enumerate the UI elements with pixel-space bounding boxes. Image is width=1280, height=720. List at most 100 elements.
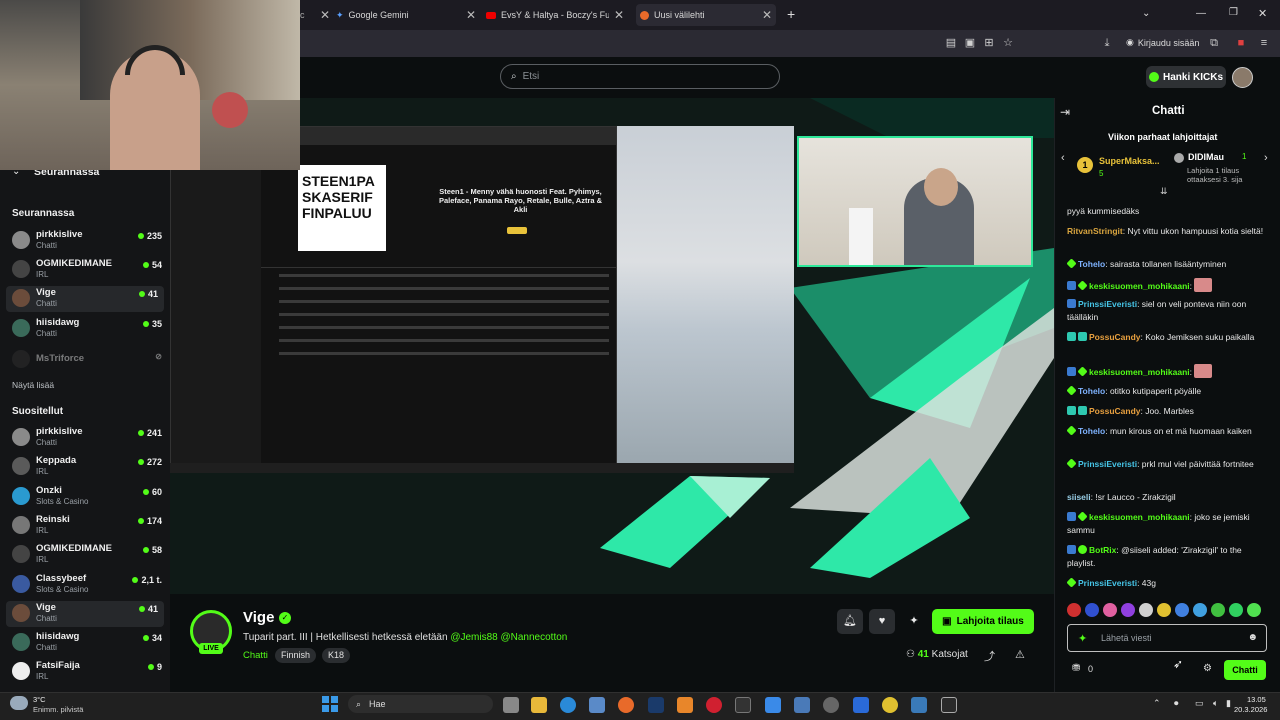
tag-k18[interactable]: K18 <box>322 648 351 663</box>
show-more-link[interactable]: Näytä lisää <box>12 380 54 390</box>
app-icon[interactable] <box>853 697 869 713</box>
mention-link[interactable]: @Nannecotton <box>501 632 568 643</box>
login-button[interactable]: ◉ Kirjaudu sisään <box>1126 37 1199 48</box>
search-input[interactable]: ⌕ Etsi <box>500 64 780 89</box>
chat-username[interactable]: keskisuomen_mohikaani <box>1089 367 1190 377</box>
sparkle-icon[interactable]: ✦ <box>901 609 927 634</box>
weather-icon[interactable] <box>10 696 28 710</box>
chat-username[interactable]: PrinssiEveristi <box>1078 578 1137 588</box>
emote-icon[interactable] <box>1247 603 1261 617</box>
tab-list-icon[interactable]: ⌄ <box>1142 8 1150 19</box>
settings-icon[interactable] <box>823 697 839 713</box>
edge-icon[interactable] <box>560 697 576 713</box>
tab-partial[interactable]: c ✕ <box>300 4 330 26</box>
sidebar-item-hiisidawg-rec[interactable]: hiisidawg Chatti 34 <box>12 630 162 656</box>
emote-icon[interactable] <box>1157 603 1171 617</box>
volume-icon[interactable]: 🔈︎ <box>1213 698 1218 709</box>
tab-gemini[interactable]: ✦ Google Gemini ✕ <box>336 4 476 26</box>
follow-heart-icon[interactable]: ♥ <box>869 609 895 634</box>
new-tab-button[interactable]: + <box>787 6 795 22</box>
get-kicks-button[interactable]: Hanki KICKs <box>1146 66 1226 88</box>
taskbar-search[interactable]: ⌕ Hae <box>348 695 493 713</box>
sidebar-item-pirkkislive[interactable]: pirkkislive Chatti 235 <box>12 228 162 254</box>
tag-finnish[interactable]: Finnish <box>275 648 317 663</box>
tray-chevron-icon[interactable]: ⌃ <box>1153 698 1161 709</box>
pinned-collapse-icon[interactable]: ⇊ <box>1160 186 1168 197</box>
close-icon[interactable]: ✕ <box>320 8 330 22</box>
emote-icon[interactable] <box>1175 603 1189 617</box>
gifter-2-name[interactable]: DIDIMau <box>1188 152 1224 162</box>
maximize-icon[interactable]: ❐ <box>1229 7 1238 18</box>
chat-username[interactable]: Tohelo <box>1078 259 1105 269</box>
steam-icon[interactable] <box>648 697 664 713</box>
chat-username[interactable]: siiseli <box>1067 492 1091 502</box>
sidebar-item-ogmikedimane[interactable]: OGMIKEDIMANE IRL 54 <box>12 257 162 283</box>
close-icon[interactable]: ✕ <box>466 8 476 22</box>
chat-username[interactable]: PrinssiEveristi <box>1078 459 1137 469</box>
app-icon[interactable] <box>794 697 810 713</box>
sidebar-item-fatsifaija[interactable]: FatsiFaija IRL 9 <box>12 659 162 685</box>
category-link[interactable]: Chatti <box>243 650 268 661</box>
tab-new-tab[interactable]: Uusi välilehti ✕ <box>636 4 776 26</box>
extensions-icon[interactable]: ⧉ <box>1207 36 1221 50</box>
notification-bell-icon[interactable]: 🔔︎ <box>837 609 863 634</box>
screenshot-icon[interactable]: ▣ <box>963 36 977 50</box>
chat-username[interactable]: keskisuomen_mohikaani <box>1089 512 1190 522</box>
chevron-right-icon[interactable]: › <box>1264 152 1268 164</box>
start-icon[interactable] <box>322 696 338 712</box>
emote-icon[interactable] <box>1067 603 1081 617</box>
chevron-left-icon[interactable]: ‹ <box>1061 152 1065 164</box>
share-icon[interactable]: ⤴ <box>984 648 995 664</box>
close-icon[interactable]: ✕ <box>614 8 624 22</box>
notepad-icon[interactable] <box>911 697 927 713</box>
chat-input[interactable]: ✦ Lähetä viesti ☻ <box>1067 624 1267 652</box>
bookmark-star-icon[interactable]: ☆ <box>1001 36 1015 50</box>
reader-icon[interactable]: ▤ <box>944 36 958 50</box>
file-explorer-icon[interactable] <box>531 697 547 713</box>
emote-icon[interactable] <box>1229 603 1243 617</box>
sidebar-item-hiisidawg[interactable]: hiisidawg Chatti 35 <box>12 316 162 342</box>
close-icon[interactable]: ✕ <box>762 8 772 22</box>
collapse-chat-icon[interactable]: ⇥ <box>1060 105 1070 119</box>
vscode-icon[interactable] <box>765 697 781 713</box>
emote-icon[interactable] <box>1085 603 1099 617</box>
clock-date[interactable]: 20.3.2026 <box>1234 705 1267 714</box>
clock-time[interactable]: 13.05 <box>1247 695 1266 704</box>
network-icon[interactable]: ▭ <box>1195 698 1204 709</box>
sidebar-item-ogmikedimane-rec[interactable]: OGMIKEDIMANE IRL 58 <box>12 542 162 568</box>
terminal-icon[interactable] <box>735 697 751 713</box>
chrome-icon[interactable] <box>882 697 898 713</box>
opera-icon[interactable] <box>706 697 722 713</box>
chat-username[interactable]: BotRix <box>1089 545 1116 555</box>
emote-icon[interactable] <box>1121 603 1135 617</box>
extension-red-icon[interactable]: ■ <box>1234 36 1248 50</box>
chat-username[interactable]: PossuCandy <box>1089 406 1141 416</box>
sidebar-item-vige[interactable]: Vige Chatti 41 <box>6 286 164 312</box>
emote-icon[interactable] <box>1193 603 1207 617</box>
chat-settings-gear-icon[interactable]: ⚙ <box>1203 663 1212 674</box>
microphone-icon[interactable]: ⏺ <box>1174 698 1179 709</box>
gift-subscription-button[interactable]: ▣ Lahjoita tilaus <box>932 609 1034 634</box>
sidebar-item-vige-rec[interactable]: Vige Chatti 41 <box>6 601 164 627</box>
chat-username[interactable]: PrinssiEveristi <box>1078 299 1137 309</box>
firefox-taskbar-icon[interactable] <box>618 697 634 713</box>
sidebar-item-keppada[interactable]: Keppada IRL 272 <box>12 454 162 480</box>
window-close-icon[interactable]: ✕ <box>1258 7 1267 20</box>
pocket-icon[interactable]: ⊞ <box>982 36 996 50</box>
report-icon[interactable]: ⚠ <box>1015 648 1025 661</box>
emote-icon[interactable] <box>1211 603 1225 617</box>
gifter-1-name[interactable]: SuperMaksa... <box>1099 156 1160 166</box>
sidebar-item-reinski[interactable]: Reinski IRL 174 <box>12 513 162 539</box>
sidebar-item-pirkkislive-rec[interactable]: pirkkislive Chatti 241 <box>12 425 162 451</box>
chat-send-button[interactable]: Chatti <box>1224 660 1266 680</box>
chat-username[interactable]: Tohelo <box>1078 386 1105 396</box>
minimize-icon[interactable]: — <box>1196 8 1206 19</box>
chat-username[interactable]: RitvanStringit <box>1067 226 1123 236</box>
battery-icon[interactable]: ▮ <box>1226 698 1231 709</box>
chat-username[interactable]: PossuCandy <box>1089 332 1141 342</box>
emote-icon[interactable] <box>1139 603 1153 617</box>
channel-points-icon[interactable]: ⛃ <box>1072 663 1080 674</box>
emoji-icon[interactable]: ☻ <box>1247 632 1258 643</box>
tab-youtube[interactable]: EvsY & Haltya - Boczy's Funky C ✕ <box>486 4 624 26</box>
chat-username[interactable]: Tohelo <box>1078 426 1105 436</box>
